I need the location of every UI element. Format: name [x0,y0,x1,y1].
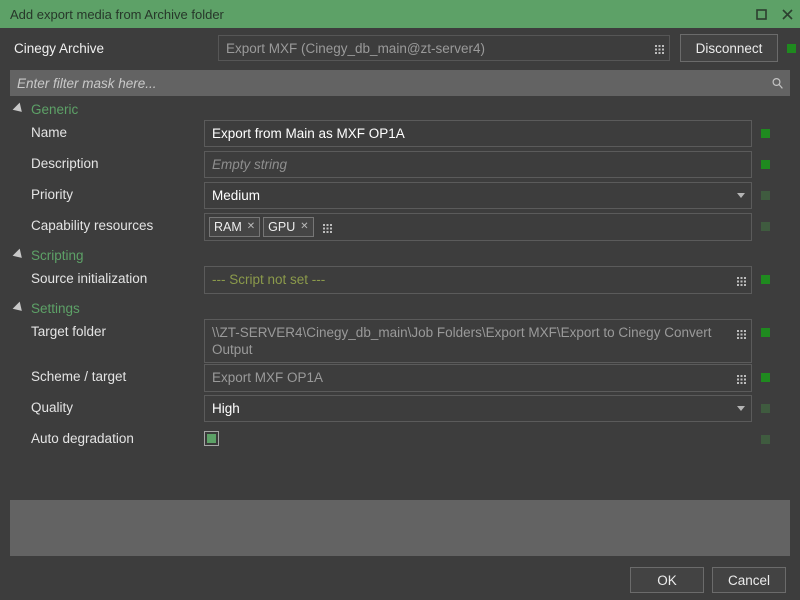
connection-label: Cinegy Archive [14,40,105,56]
input-value-quality: High [212,401,240,416]
cancel-button[interactable]: Cancel [712,567,786,593]
input-value-source-initialization: --- Script not set --- [212,272,326,287]
property-control-scheme-target: Export MXF OP1A [204,364,752,392]
property-label-auto-degradation: Auto degradation [31,431,134,446]
title-bar: Add export media from Archive folder [0,0,800,28]
tag-remove-icon[interactable]: ✕ [300,222,308,232]
tag-label: RAM [214,220,242,234]
checkbox-check-icon [207,434,216,443]
property-row-target-folder: Target folder \\ZT-SERVER4\Cinegy_db_main… [0,319,800,363]
section-header-generic[interactable]: Generic [0,98,800,120]
section-header-settings[interactable]: Settings [0,297,800,319]
property-row-source-initialization: Source initialization --- Script not set … [0,266,800,296]
grid-browse-icon[interactable] [731,267,751,293]
property-label-source-initialization: Source initialization [31,271,148,286]
property-label-priority: Priority [31,187,74,202]
property-row-quality: Quality High [0,395,800,425]
connection-field[interactable]: Export MXF (Cinegy_db_main@zt-server4) [218,35,670,61]
property-status-indicator [761,373,770,382]
grid-browse-icon[interactable] [731,320,751,346]
tag-chip[interactable]: GPU ✕ [263,217,314,237]
property-row-auto-degradation: Auto degradation [0,426,800,456]
property-status-indicator [761,275,770,284]
checkbox-auto-degradation[interactable] [204,431,219,446]
property-status-indicator [761,328,770,337]
connection-row: Cinegy Archive Export MXF (Cinegy_db_mai… [0,28,800,68]
property-status-indicator [761,404,770,413]
close-icon[interactable] [774,0,800,28]
grid-browse-icon[interactable] [649,35,669,61]
grid-browse-icon[interactable] [731,365,751,391]
section-title: Settings [31,300,80,316]
filter-input[interactable] [10,74,764,92]
input-value-description: Empty string [212,157,288,172]
property-status-indicator [761,191,770,200]
property-row-scheme-target: Scheme / target Export MXF OP1A [0,364,800,394]
property-control-source-initialization: --- Script not set --- [204,266,752,294]
input-value-name: Export from Main as MXF OP1A [212,126,405,141]
property-control-quality: High [204,395,752,422]
property-status-indicator [761,222,770,231]
search-icon[interactable] [764,77,790,90]
property-control-auto-degradation [204,426,752,446]
property-control-capability-resources: RAM ✕ GPU ✕ [204,213,752,241]
property-control-priority: Medium [204,182,752,209]
property-control-name: Export from Main as MXF OP1A [204,120,752,147]
input-field-scheme-target[interactable]: Export MXF OP1A [204,364,752,392]
property-form: Generic Name Export from Main as MXF OP1A D… [0,98,800,457]
tag-chip[interactable]: RAM ✕ [209,217,261,237]
chevron-down-icon[interactable] [731,183,751,207]
tag-label: GPU [268,220,296,234]
property-row-priority: Priority Medium [0,182,800,212]
tag-field-capability-resources[interactable]: RAM ✕ GPU ✕ [204,213,752,241]
section-header-scripting[interactable]: Scripting [0,244,800,266]
preview-panel [10,500,790,556]
input-field-target-folder[interactable]: \\ZT-SERVER4\Cinegy_db_main\Job Folders\… [204,319,752,363]
property-status-indicator [761,160,770,169]
tag-remove-icon[interactable]: ✕ [247,222,255,232]
property-control-description: Empty string [204,151,752,178]
input-field-description[interactable]: Empty string [204,151,752,178]
property-label-description: Description [31,156,99,171]
property-label-name: Name [31,125,68,140]
disconnect-button[interactable]: Disconnect [680,34,778,62]
input-field-name[interactable]: Export from Main as MXF OP1A [204,120,752,147]
input-field-priority[interactable]: Medium [204,182,752,209]
property-status-indicator [761,129,770,138]
property-row-description: Description Empty string [0,151,800,181]
connection-value: Export MXF (Cinegy_db_main@zt-server4) [226,40,486,56]
input-value-scheme-target: Export MXF OP1A [212,370,324,385]
window-title: Add export media from Archive folder [10,6,224,22]
property-control-target-folder: \\ZT-SERVER4\Cinegy_db_main\Job Folders\… [204,319,752,363]
property-label-scheme-target: Scheme / target [31,369,127,384]
input-value-priority: Medium [212,188,261,203]
chevron-down-icon[interactable] [731,396,751,420]
property-row-name: Name Export from Main as MXF OP1A [0,120,800,150]
connection-status-badge [787,43,796,53]
chevron-collapse-icon[interactable] [12,102,26,116]
input-field-quality[interactable]: High [204,395,752,422]
property-label-quality: Quality [31,400,74,415]
property-row-capability-resources: Capability resources RAM ✕ GPU ✕ [0,213,800,243]
input-field-source-initialization[interactable]: --- Script not set --- [204,266,752,294]
ok-button[interactable]: OK [630,567,704,593]
property-status-indicator [761,435,770,444]
input-value-target-folder: \\ZT-SERVER4\Cinegy_db_main\Job Folders\… [212,325,712,357]
section-title: Generic [31,101,79,117]
filter-bar[interactable] [10,70,790,96]
property-label-capability-resources: Capability resources [31,218,154,233]
chevron-collapse-icon[interactable] [12,248,26,262]
property-label-target-folder: Target folder [31,324,107,339]
maximize-icon[interactable] [748,0,774,28]
section-title: Scripting [31,247,84,263]
footer-bar: OK Cancel [0,560,800,600]
chevron-collapse-icon[interactable] [12,301,26,315]
dialog-window: Add export media from Archive folder Cin… [0,0,800,600]
grid-browse-icon[interactable] [318,214,338,240]
